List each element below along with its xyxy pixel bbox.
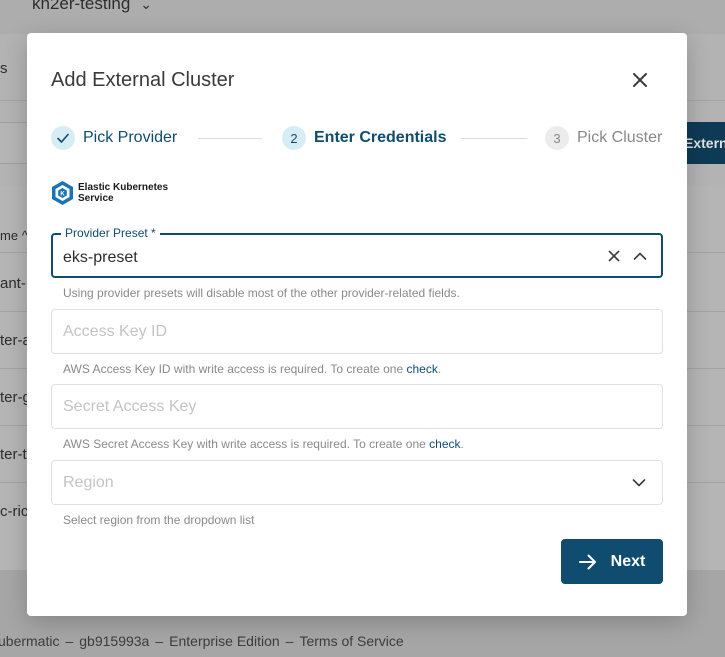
step-label: Enter Credentials (314, 129, 447, 146)
step-connector (461, 138, 527, 139)
table-row[interactable]: ter-t (0, 446, 27, 463)
step-number: 2 (282, 126, 306, 150)
svg-text:K: K (60, 192, 65, 198)
project-name: kn2er-testing (32, 0, 131, 13)
secret-key-hint: AWS Secret Access Key with write access … (63, 437, 464, 451)
filter-box[interactable] (0, 122, 28, 164)
region-select[interactable]: Region (51, 460, 663, 505)
step-label: Pick Cluster (577, 129, 663, 146)
secret-access-key-field[interactable]: Secret Access Key (51, 384, 663, 429)
clear-icon (608, 250, 620, 262)
step-done-circle (51, 126, 75, 150)
step-pick-cluster[interactable]: 3 Pick Cluster (545, 126, 662, 150)
arrow-right-icon (578, 554, 596, 569)
column-header-name[interactable]: me ^ (0, 228, 28, 243)
table-row[interactable]: ant- (0, 275, 26, 292)
tab-partial[interactable]: s (0, 60, 8, 77)
preset-hint: Using provider presets will disable most… (63, 286, 460, 300)
close-button[interactable] (629, 69, 651, 91)
step-connector (198, 138, 262, 139)
secret-key-check-link[interactable]: check (429, 437, 460, 451)
provider-name: Elastic Kubernetes Service (78, 182, 169, 204)
next-label: Next (610, 552, 646, 570)
chevron-up-icon (633, 252, 647, 260)
region-dropdown-toggle[interactable] (631, 475, 647, 491)
table-row[interactable]: c-ric (0, 503, 28, 520)
provider-preset-label: Provider Preset * (61, 226, 160, 240)
region-hint: Select region from the dropdown list (63, 513, 255, 527)
chevron-down-icon: ⌄ (140, 0, 153, 12)
project-selector[interactable]: kn2er-testing ⌄ (32, 0, 152, 14)
check-icon (57, 133, 69, 143)
access-key-id-field[interactable]: Access Key ID (51, 309, 663, 354)
region-placeholder: Region (63, 474, 114, 491)
provider-logo: K Elastic Kubernetes Service (52, 181, 168, 205)
add-external-cluster-dialog: Add External Cluster Pick Provider 2 Ent… (27, 33, 687, 616)
step-label: Pick Provider (83, 129, 178, 146)
dialog-title: Add External Cluster (51, 69, 235, 91)
clear-button[interactable] (606, 248, 622, 264)
secret-access-key-placeholder: Secret Access Key (63, 398, 197, 415)
access-key-check-link[interactable]: check (406, 362, 437, 376)
chevron-down-icon (632, 479, 646, 487)
close-icon (633, 73, 647, 87)
provider-preset-select[interactable]: Provider Preset * eks-preset (51, 226, 663, 278)
step-pick-provider[interactable]: Pick Provider (51, 126, 177, 150)
step-number: 3 (545, 126, 569, 150)
step-enter-credentials[interactable]: 2 Enter Credentials (282, 126, 446, 150)
access-key-hint: AWS Access Key ID with write access is r… (63, 362, 442, 376)
provider-preset-value: eks-preset (63, 249, 138, 266)
next-button[interactable]: Next (561, 539, 663, 584)
footer-text: ubermatic – gb915993a – Enterprise Edition – T… (0, 633, 404, 649)
terms-link[interactable]: Terms of Service (299, 633, 403, 649)
access-key-id-placeholder: Access Key ID (63, 323, 168, 340)
collapse-button[interactable] (632, 248, 648, 264)
eks-logo-icon: K (52, 181, 73, 205)
